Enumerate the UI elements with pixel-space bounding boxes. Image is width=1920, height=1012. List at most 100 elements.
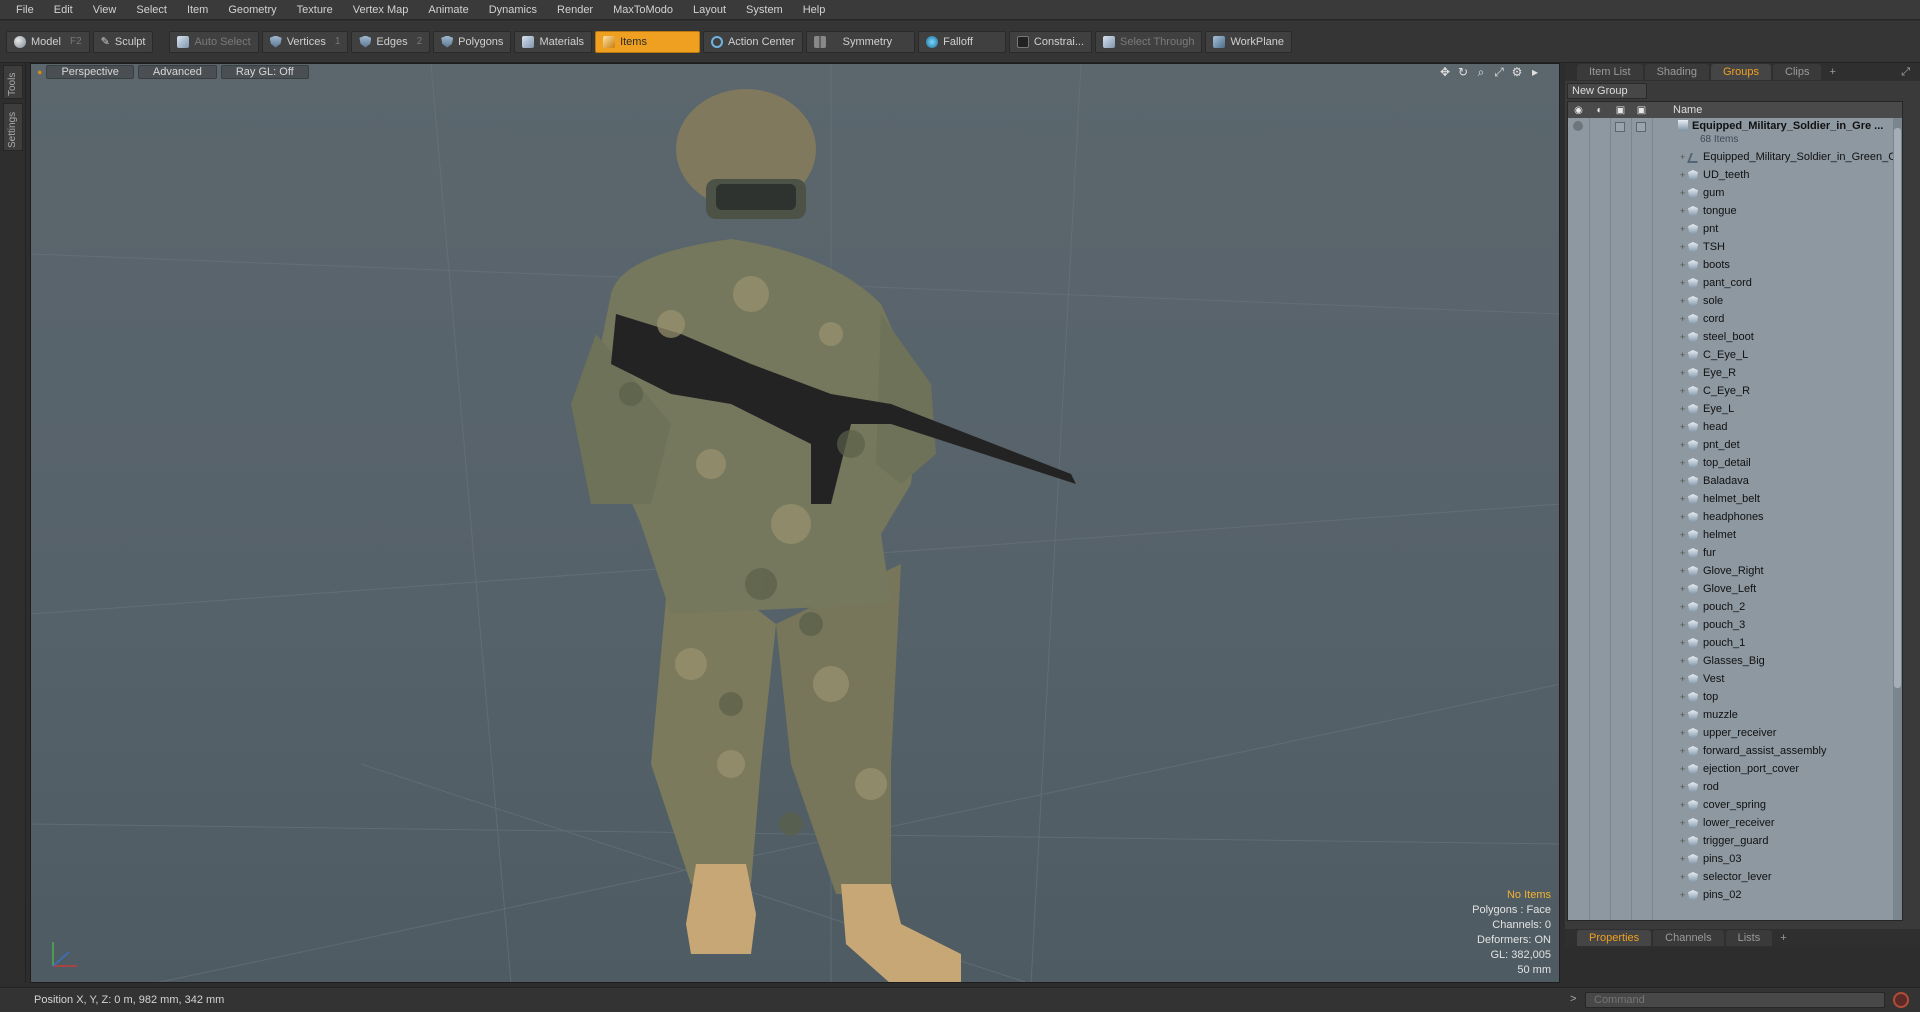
expand-icon[interactable]: +: [1680, 220, 1685, 238]
menu-item-system[interactable]: System: [736, 0, 793, 20]
command-input[interactable]: [1585, 992, 1885, 1008]
new-group-button[interactable]: New Group: [1567, 83, 1647, 99]
tab-lists[interactable]: Lists: [1725, 930, 1773, 946]
expand-icon[interactable]: +: [1680, 544, 1685, 562]
vertices-mode-button[interactable]: Vertices 1: [261, 30, 349, 53]
tools-tab[interactable]: Tools: [3, 65, 23, 99]
settings-tab[interactable]: Settings: [3, 103, 23, 151]
list-item[interactable]: + pouch_1: [1568, 634, 1902, 652]
expand-icon[interactable]: +: [1680, 328, 1685, 346]
list-item[interactable]: + boots: [1568, 256, 1902, 274]
list-item[interactable]: + pant_cord: [1568, 274, 1902, 292]
expand-icon[interactable]: +: [1680, 166, 1685, 184]
list-item[interactable]: + Baladava: [1568, 472, 1902, 490]
list-item[interactable]: + pouch_3: [1568, 616, 1902, 634]
expand-icon[interactable]: +: [1680, 760, 1685, 778]
menu-item-maxtomodo[interactable]: MaxToModo: [603, 0, 683, 20]
menu-item-layout[interactable]: Layout: [683, 0, 736, 20]
command-chevron-icon[interactable]: >: [1570, 993, 1576, 1005]
expand-icon[interactable]: +: [1680, 598, 1685, 616]
list-item[interactable]: + top: [1568, 688, 1902, 706]
expand-icon[interactable]: +: [1680, 796, 1685, 814]
expand-icon[interactable]: +: [1680, 562, 1685, 580]
3d-viewport[interactable]: ● Perspective Advanced Ray GL: Off ✥ ↻ ⌕…: [30, 63, 1560, 983]
arrow-right-icon[interactable]: ▸: [1529, 66, 1541, 78]
list-item[interactable]: + top_detail: [1568, 454, 1902, 472]
name-column-header[interactable]: Name: [1673, 104, 1702, 116]
expand-panel-icon[interactable]: ⤢: [1901, 66, 1910, 79]
select-column-icon[interactable]: ▣: [1631, 105, 1652, 116]
polygons-mode-button[interactable]: Polygons: [433, 30, 512, 53]
list-item[interactable]: + Eye_R: [1568, 364, 1902, 382]
expand-icon[interactable]: +: [1680, 400, 1685, 418]
list-item[interactable]: + Eye_L: [1568, 400, 1902, 418]
list-item[interactable]: + muzzle: [1568, 706, 1902, 724]
expand-icon[interactable]: +: [1680, 670, 1685, 688]
visibility-column-icon[interactable]: ◉: [1568, 105, 1589, 116]
expand-icon[interactable]: +: [1680, 724, 1685, 742]
expand-icon[interactable]: +: [1680, 418, 1685, 436]
list-item[interactable]: + cover_spring: [1568, 796, 1902, 814]
list-item[interactable]: + lower_receiver: [1568, 814, 1902, 832]
expand-icon[interactable]: +: [1680, 184, 1685, 202]
workplane-button[interactable]: WorkPlane: [1205, 30, 1293, 53]
tab-groups[interactable]: Groups: [1710, 64, 1772, 80]
tab-clips[interactable]: Clips: [1773, 64, 1822, 80]
list-item[interactable]: + sole: [1568, 292, 1902, 310]
expand-icon[interactable]: +: [1680, 292, 1685, 310]
tab-shading[interactable]: Shading: [1644, 64, 1709, 80]
expand-icon[interactable]: +: [1680, 580, 1685, 598]
list-item[interactable]: + tongue: [1568, 202, 1902, 220]
list-item[interactable]: + Glove_Right: [1568, 562, 1902, 580]
list-item[interactable]: + selector_lever: [1568, 868, 1902, 886]
model-mode-button[interactable]: Model F2: [6, 30, 90, 53]
auto-select-button[interactable]: Auto Select: [169, 30, 259, 53]
menu-item-help[interactable]: Help: [793, 0, 836, 20]
list-item[interactable]: + ejection_port_cover: [1568, 760, 1902, 778]
select-through-button[interactable]: Select Through: [1095, 30, 1203, 53]
menu-item-dynamics[interactable]: Dynamics: [479, 0, 547, 20]
expand-icon[interactable]: +: [1680, 850, 1685, 868]
menu-item-animate[interactable]: Animate: [418, 0, 478, 20]
expand-icon[interactable]: +: [1680, 868, 1685, 886]
list-item[interactable]: + steel_boot: [1568, 328, 1902, 346]
list-item[interactable]: + trigger_guard: [1568, 832, 1902, 850]
expand-icon[interactable]: +: [1680, 454, 1685, 472]
expand-icon[interactable]: +: [1680, 490, 1685, 508]
expand-icon[interactable]: +: [1680, 706, 1685, 724]
list-item[interactable]: + pnt: [1568, 220, 1902, 238]
list-item[interactable]: + C_Eye_L: [1568, 346, 1902, 364]
expand-icon[interactable]: +: [1680, 364, 1685, 382]
expand-icon[interactable]: +: [1680, 274, 1685, 292]
edges-mode-button[interactable]: Edges 2: [351, 30, 431, 53]
list-item[interactable]: + headphones: [1568, 508, 1902, 526]
list-item[interactable]: + pins_02: [1568, 886, 1902, 904]
tab-properties[interactable]: Properties: [1577, 930, 1652, 946]
expand-icon[interactable]: +: [1680, 634, 1685, 652]
list-item[interactable]: + Vest: [1568, 670, 1902, 688]
expand-icon[interactable]: +: [1680, 526, 1685, 544]
list-item[interactable]: + Glasses_Big: [1568, 652, 1902, 670]
add-properties-tab-icon[interactable]: +: [1780, 932, 1786, 944]
list-item[interactable]: + head: [1568, 418, 1902, 436]
menu-item-texture[interactable]: Texture: [287, 0, 343, 20]
rotate-icon[interactable]: ↻: [1457, 66, 1469, 78]
advanced-shading-button[interactable]: Advanced: [137, 65, 217, 79]
gear-icon[interactable]: ⚙: [1511, 66, 1523, 78]
scrollbar-thumb[interactable]: [1894, 128, 1901, 688]
list-item[interactable]: + cord: [1568, 310, 1902, 328]
expand-icon[interactable]: +: [1680, 148, 1685, 166]
materials-mode-button[interactable]: Materials: [514, 30, 593, 53]
maximize-icon[interactable]: ⤢: [1493, 66, 1505, 78]
expand-icon[interactable]: +: [1680, 652, 1685, 670]
list-item[interactable]: + fur: [1568, 544, 1902, 562]
list-item[interactable]: + UD_teeth: [1568, 166, 1902, 184]
list-item[interactable]: + C_Eye_R: [1568, 382, 1902, 400]
pan-icon[interactable]: ✥: [1439, 66, 1451, 78]
scene-canvas[interactable]: [31, 64, 1560, 983]
list-item[interactable]: + rod: [1568, 778, 1902, 796]
menu-item-vertex-map[interactable]: Vertex Map: [343, 0, 419, 20]
expand-icon[interactable]: +: [1680, 382, 1685, 400]
lock-checkbox[interactable]: [1615, 122, 1625, 132]
expand-icon[interactable]: +: [1680, 778, 1685, 796]
